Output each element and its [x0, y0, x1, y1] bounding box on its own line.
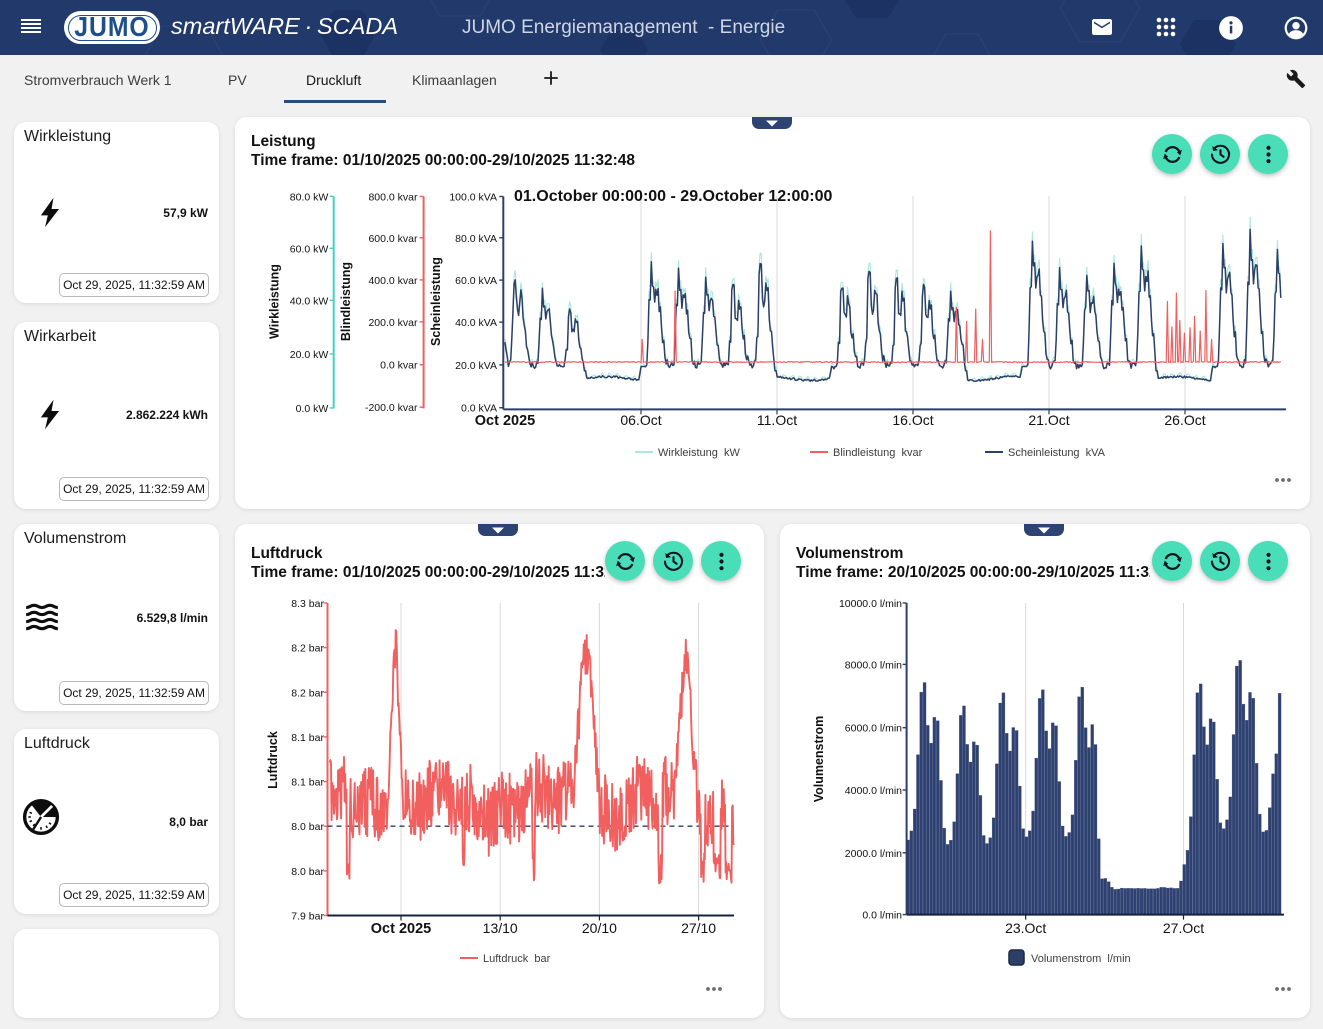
svg-text:Volumenstrom l/min: Volumenstrom l/min — [1031, 953, 1131, 965]
svg-text:40.0 kVA: 40.0 kVA — [455, 317, 497, 329]
svg-text:Volumenstrom: Volumenstrom — [812, 716, 826, 803]
svg-text:Scheinleistung kVA: Scheinleistung kVA — [1008, 447, 1106, 459]
svg-text:8.1 bar: 8.1 bar — [291, 732, 324, 744]
svg-text:27.Oct: 27.Oct — [1163, 920, 1204, 936]
svg-text:200.0 kvar: 200.0 kvar — [368, 317, 418, 329]
svg-text:21.Oct: 21.Oct — [1028, 412, 1069, 428]
svg-text:8.1 bar: 8.1 bar — [291, 777, 324, 789]
svg-text:80.0 kW: 80.0 kW — [290, 191, 329, 203]
svg-text:80.0 kVA: 80.0 kVA — [455, 233, 497, 245]
svg-text:8.3 bar: 8.3 bar — [291, 598, 324, 610]
svg-text:11.Oct: 11.Oct — [757, 412, 797, 428]
svg-text:400.0 kvar: 400.0 kvar — [368, 275, 418, 287]
svg-text:-200.0 kvar: -200.0 kvar — [365, 402, 418, 414]
svg-text:8.0 bar: 8.0 bar — [291, 866, 324, 878]
svg-text:Oct 2025: Oct 2025 — [371, 921, 431, 937]
svg-text:100.0 kVA: 100.0 kVA — [449, 192, 497, 204]
svg-text:0.0 l/min: 0.0 l/min — [862, 910, 902, 922]
svg-text:27/10: 27/10 — [681, 920, 716, 936]
svg-text:Blindleistung: Blindleistung — [339, 262, 353, 341]
svg-text:13/10: 13/10 — [483, 920, 518, 936]
svg-text:Scheinleistung: Scheinleistung — [429, 257, 443, 346]
svg-text:8.0 bar: 8.0 bar — [291, 821, 324, 833]
svg-text:20/10: 20/10 — [582, 920, 617, 936]
svg-text:6000.0 l/min: 6000.0 l/min — [845, 723, 902, 735]
svg-text:40.0 kW: 40.0 kW — [290, 295, 329, 307]
svg-text:800.0 kvar: 800.0 kvar — [368, 192, 418, 204]
svg-text:4000.0 l/min: 4000.0 l/min — [845, 785, 902, 797]
svg-text:01.October 00:00:00 - 29.Octob: 01.October 00:00:00 - 29.October 12:00:0… — [514, 188, 832, 205]
svg-text:2000.0 l/min: 2000.0 l/min — [845, 848, 902, 860]
svg-text:Luftdruck bar: Luftdruck bar — [483, 953, 551, 965]
svg-text:0.0 kW: 0.0 kW — [296, 403, 329, 415]
svg-text:600.0 kvar: 600.0 kvar — [368, 233, 418, 245]
svg-text:23.Oct: 23.Oct — [1005, 920, 1046, 936]
svg-text:8.2 bar: 8.2 bar — [291, 687, 324, 699]
svg-text:7.9 bar: 7.9 bar — [291, 911, 324, 923]
svg-text:20.0 kW: 20.0 kW — [290, 349, 329, 361]
svg-text:16.Oct: 16.Oct — [892, 412, 933, 428]
svg-text:Wirkleistung kW: Wirkleistung kW — [658, 447, 741, 459]
svg-text:Luftdruck: Luftdruck — [266, 731, 280, 789]
svg-text:60.0 kVA: 60.0 kVA — [455, 275, 497, 287]
svg-text:Oct 2025: Oct 2025 — [475, 413, 535, 429]
svg-text:06.Oct: 06.Oct — [620, 412, 661, 428]
svg-text:Wirkleistung: Wirkleistung — [268, 264, 282, 339]
svg-text:60.0 kW: 60.0 kW — [290, 243, 329, 255]
svg-text:20.0 kVA: 20.0 kVA — [455, 360, 497, 372]
svg-text:Blindleistung kvar: Blindleistung kvar — [833, 447, 923, 459]
svg-text:10000.0 l/min: 10000.0 l/min — [839, 598, 902, 610]
svg-text:8.2 bar: 8.2 bar — [291, 643, 324, 655]
svg-text:26.Oct: 26.Oct — [1164, 412, 1205, 428]
svg-text:0.0 kvar: 0.0 kvar — [380, 360, 418, 372]
svg-text:8000.0 l/min: 8000.0 l/min — [845, 659, 902, 671]
